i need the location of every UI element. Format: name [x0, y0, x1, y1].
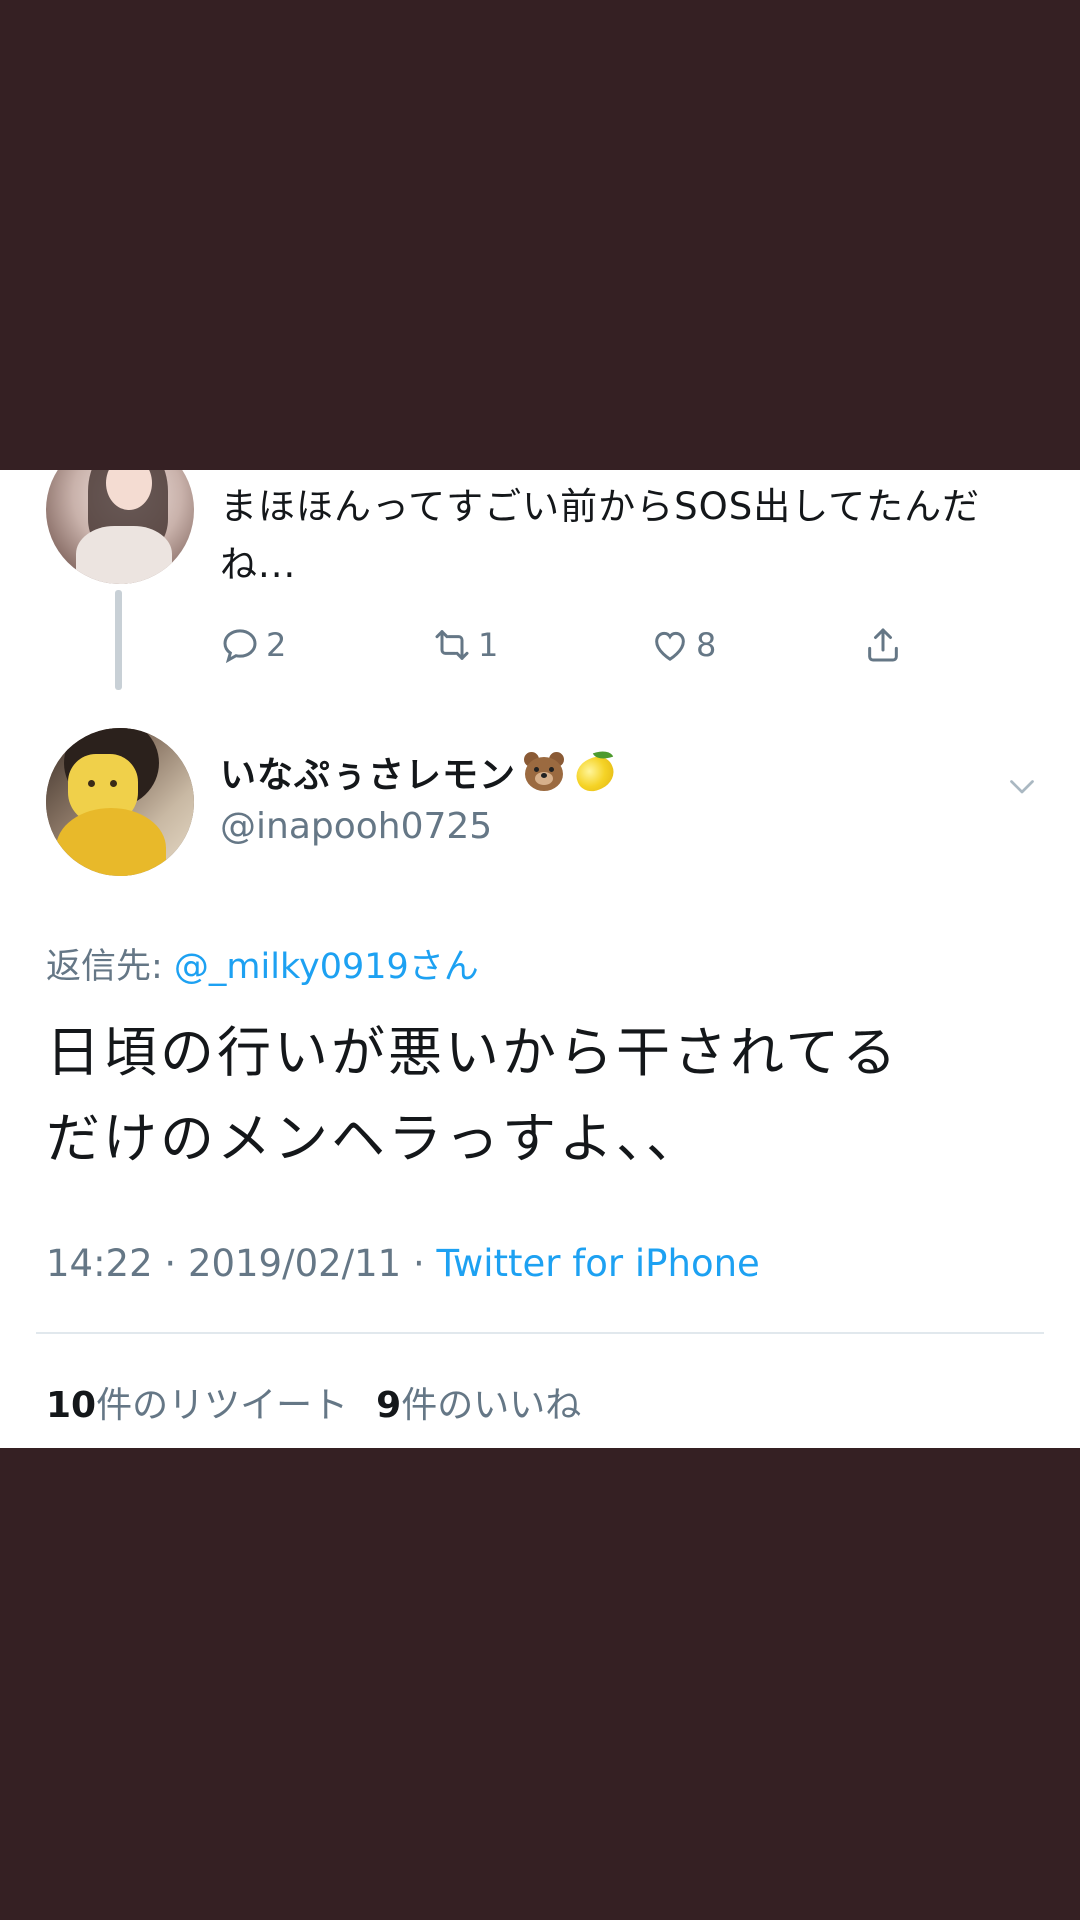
- reply-button[interactable]: 2: [220, 615, 286, 675]
- reply-to-line: 返信先: @_milky0919さん: [46, 938, 479, 989]
- lemon-icon: [571, 747, 619, 797]
- reply-to-label: 返信先:: [46, 947, 174, 987]
- reply-icon: [223, 629, 257, 664]
- author-screen-name[interactable]: @inapooh0725: [220, 806, 492, 847]
- divider: [36, 1332, 1044, 1334]
- previous-tweet-avatar[interactable]: [46, 470, 194, 584]
- retweet-button[interactable]: 1: [432, 615, 498, 675]
- previous-tweet-actions: 2 1 8: [220, 615, 920, 675]
- like-button[interactable]: 8: [650, 615, 716, 675]
- retweets-stat[interactable]: 10件のリツイート: [46, 1385, 348, 1426]
- reply-to-mention-link[interactable]: @_milky0919さん: [174, 947, 479, 987]
- retweets-label: 件のリツイート: [96, 1385, 349, 1426]
- meta-separator: ·: [152, 1242, 188, 1285]
- likes-count: 9: [376, 1385, 402, 1426]
- tweet-metadata: 14:22 · 2019/02/11 · Twitter for iPhone: [46, 1242, 760, 1285]
- like-count: 8: [696, 626, 717, 664]
- retweet-icon: [435, 630, 469, 660]
- chevron-down-icon[interactable]: [1004, 768, 1040, 804]
- tweet-date: 2019/02/11: [187, 1242, 402, 1285]
- tweet-source-link[interactable]: Twitter for iPhone: [437, 1242, 760, 1285]
- meta-separator: ·: [401, 1242, 437, 1285]
- tweet-text-line-1: 日頃の行いが悪いから干されてる: [46, 1021, 900, 1084]
- reply-count: 2: [266, 626, 287, 664]
- previous-tweet-text: まほほんってすごい前からSOS出してたんだね...: [220, 485, 981, 586]
- author-display-name[interactable]: いなぷぅさレモン: [220, 746, 619, 798]
- likes-stat[interactable]: 9件のいいね: [376, 1385, 581, 1426]
- retweet-count: 1: [478, 626, 499, 664]
- tweet-time: 14:22: [46, 1242, 153, 1285]
- share-icon: [868, 628, 898, 662]
- likes-label: 件のいいね: [401, 1385, 582, 1426]
- heart-icon: [655, 631, 685, 661]
- display-name-text: いなぷぅさレモン: [220, 755, 517, 796]
- share-button[interactable]: [863, 615, 903, 675]
- tweet-stats: 10件のリツイート 9件のいいね: [46, 1376, 581, 1428]
- screenshot-frame: まほほんってすごい前からSOS出してたんだね... 2 1 8 いなぷぅさレモン…: [0, 0, 1080, 1920]
- tweet-text-line-2: だけのメンヘラっすよ、、: [46, 1107, 703, 1170]
- tweet-detail-card: まほほんってすごい前からSOS出してたんだね... 2 1 8 いなぷぅさレモン…: [0, 470, 1080, 1448]
- tweet-body: 日頃の行いが悪いから干されてる だけのメンヘラっすよ、、: [46, 1010, 1036, 1182]
- author-avatar[interactable]: [46, 728, 194, 876]
- thread-connector-line: [115, 590, 122, 690]
- bear-face-icon: [522, 752, 566, 792]
- retweets-count: 10: [46, 1385, 97, 1426]
